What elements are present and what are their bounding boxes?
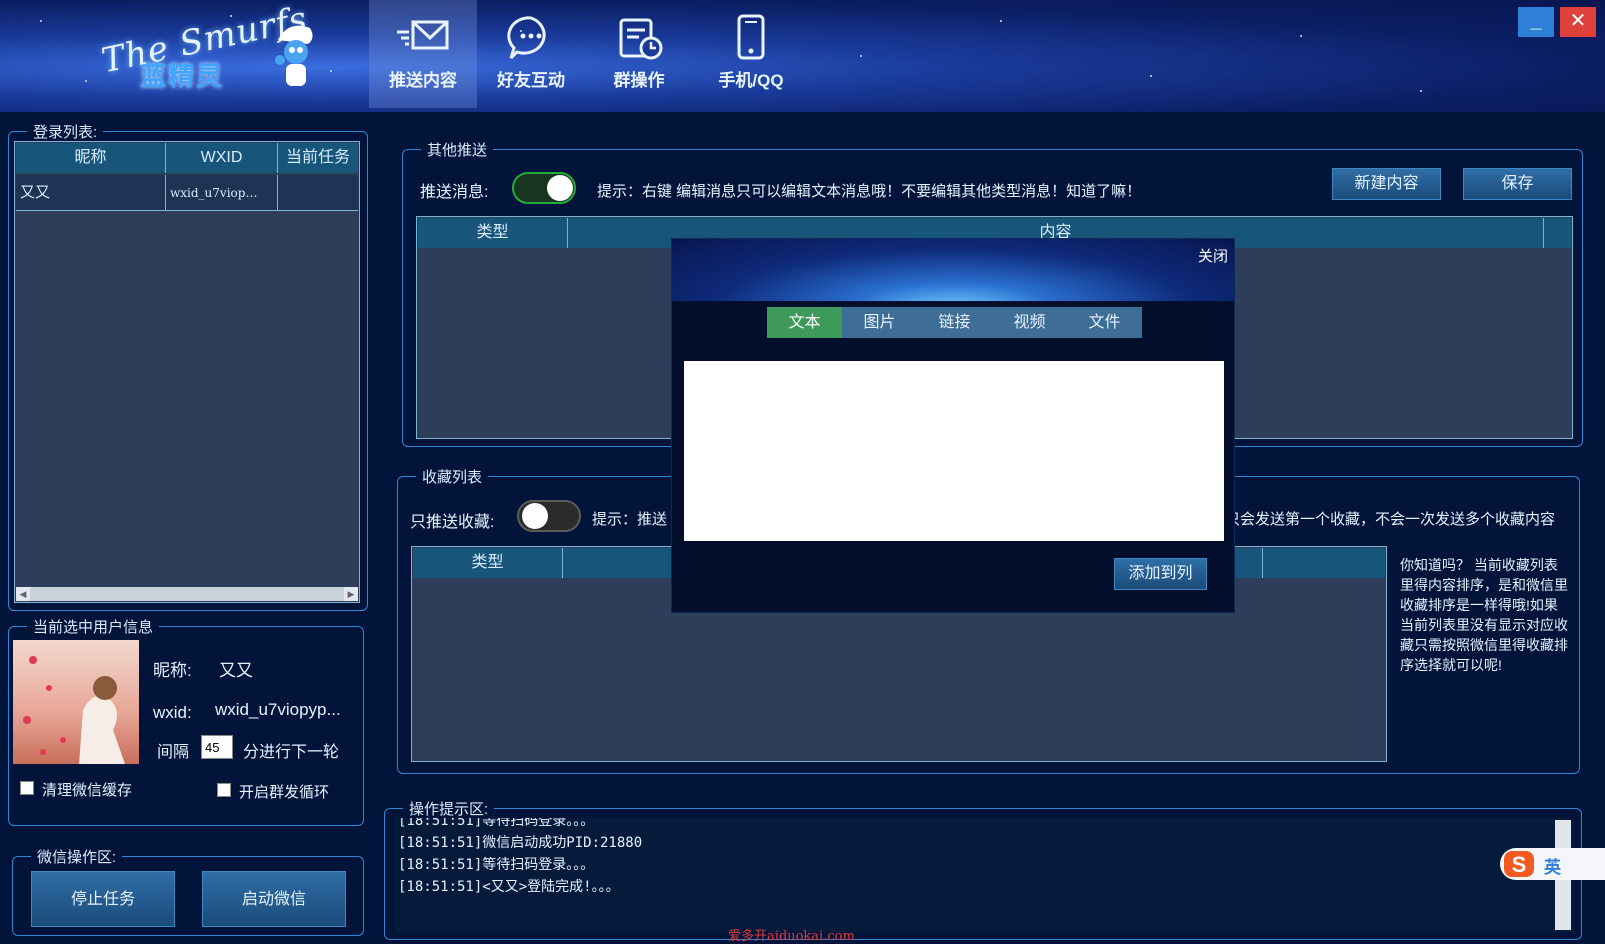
phone-icon bbox=[737, 14, 765, 60]
clear-cache-label: 清理微信缓存 bbox=[42, 782, 133, 799]
interval-label: 间隔 bbox=[157, 744, 190, 761]
favorites-title: 收藏列表 bbox=[416, 466, 489, 487]
tab-group-ops-label: 群操作 bbox=[613, 71, 665, 90]
avatar bbox=[13, 640, 139, 764]
wxid-label: wxid: bbox=[153, 703, 192, 722]
tab-phone-qq[interactable]: 手机/QQ bbox=[697, 0, 805, 108]
log-line: [18:51:51]<又又>登陆完成!。。。 bbox=[398, 879, 620, 895]
scroll-left-icon[interactable]: ◀ bbox=[16, 587, 30, 601]
tab-friend-interaction-label: 好友互动 bbox=[497, 71, 565, 90]
favorites-hint-right: 只会发送第一个收藏，不会一次发送多个收藏内容 bbox=[1225, 511, 1556, 528]
minimize-button[interactable]: _ bbox=[1518, 7, 1554, 37]
row-wxid: wxid_u7viop… bbox=[166, 175, 278, 211]
log-area[interactable]: [18:51:51]等待扫码登录。。。 [18:51:51]微信启动成功PID:… bbox=[395, 818, 1574, 932]
dialog-tab-bar: 文本 图片 链接 视频 文件 bbox=[767, 307, 1142, 338]
dialog-close-button[interactable]: 关闭 bbox=[1198, 245, 1228, 266]
horizontal-scrollbar[interactable]: ◀ ▶ bbox=[16, 587, 358, 601]
ime-language-label: 英 bbox=[1544, 858, 1561, 877]
wechat-ops-title: 微信操作区: bbox=[31, 846, 123, 867]
other-push-title: 其他推送 bbox=[421, 139, 494, 160]
tab-friend-interaction[interactable]: 好友互动 bbox=[477, 0, 585, 108]
login-list-header: 昵称 WXID 当前任务 bbox=[16, 143, 358, 173]
tab-phone-qq-label: 手机/QQ bbox=[718, 71, 784, 90]
table-row[interactable]: 又又 wxid_u7viop… bbox=[16, 175, 358, 211]
log-line: [18:51:51]等待扫码登录。。。 bbox=[398, 818, 595, 829]
row-nickname: 又又 bbox=[20, 175, 166, 211]
log-line: [18:51:51]等待扫码登录。。。 bbox=[398, 857, 595, 873]
tab-push-content-label: 推送内容 bbox=[389, 71, 457, 90]
interval-suffix: 分进行下一轮 bbox=[243, 744, 340, 761]
ime-toolbar[interactable]: S 英 bbox=[1500, 848, 1605, 880]
push-message-toggle[interactable] bbox=[512, 172, 576, 204]
loop-label: 开启群发循环 bbox=[239, 784, 330, 801]
col-current-task[interactable]: 当前任务 bbox=[278, 143, 358, 173]
logo-chinese: 蓝精灵 bbox=[140, 61, 225, 91]
dialog-tab-video[interactable]: 视频 bbox=[992, 307, 1067, 338]
calendar-clock-icon bbox=[619, 18, 663, 60]
login-list-title: 登录列表: bbox=[27, 121, 104, 142]
dialog-tab-link[interactable]: 链接 bbox=[917, 307, 992, 338]
col-wxid[interactable]: WXID bbox=[166, 143, 278, 173]
dialog-tab-file[interactable]: 文件 bbox=[1067, 307, 1142, 338]
wxid-value: wxid_u7viopyp... bbox=[215, 700, 341, 719]
col-fav-type[interactable]: 类型 bbox=[413, 548, 563, 578]
dialog-tab-image[interactable]: 图片 bbox=[842, 307, 917, 338]
scroll-right-icon[interactable]: ▶ bbox=[344, 587, 358, 601]
favorites-only-toggle[interactable] bbox=[517, 500, 581, 532]
chat-bubble-icon bbox=[507, 16, 546, 60]
loop-checkbox[interactable] bbox=[217, 783, 231, 797]
push-toggle-label: 推送消息: bbox=[420, 184, 489, 201]
dialog-text-input[interactable] bbox=[684, 361, 1224, 541]
add-to-list-button[interactable]: 添加到列 bbox=[1114, 558, 1207, 590]
sogou-ime-icon: S bbox=[1504, 851, 1534, 877]
stop-task-button[interactable]: 停止任务 bbox=[31, 871, 175, 927]
add-content-dialog: 关闭 文本 图片 链接 视频 文件 添加到列 bbox=[671, 238, 1235, 613]
nick-label: 昵称: bbox=[153, 661, 192, 680]
clear-cache-checkbox[interactable] bbox=[20, 781, 34, 795]
start-wechat-button[interactable]: 启动微信 bbox=[202, 871, 346, 927]
interval-input[interactable] bbox=[201, 735, 233, 759]
row-task bbox=[278, 175, 358, 211]
save-button[interactable]: 保存 bbox=[1463, 168, 1572, 200]
col-type[interactable]: 类型 bbox=[418, 218, 568, 248]
svg-text:S: S bbox=[1512, 852, 1527, 877]
tab-group-ops[interactable]: 群操作 bbox=[585, 0, 693, 108]
log-line: [18:51:51]微信启动成功PID:21880 bbox=[398, 835, 643, 851]
log-title: 操作提示区: bbox=[403, 798, 495, 819]
envelope-icon bbox=[397, 20, 449, 50]
close-window-button[interactable]: ✕ bbox=[1560, 7, 1596, 37]
dialog-tab-text[interactable]: 文本 bbox=[767, 307, 842, 338]
favorites-toggle-label: 只推送收藏: bbox=[410, 514, 495, 531]
nick-value: 又又 bbox=[219, 661, 253, 680]
tab-push-content[interactable]: 推送内容 bbox=[369, 0, 477, 108]
watermark: 爱多开aiduokai.com bbox=[728, 929, 855, 944]
smurf-mascot-icon bbox=[275, 25, 313, 86]
user-info-title: 当前选中用户信息 bbox=[27, 616, 160, 637]
new-content-button[interactable]: 新建内容 bbox=[1332, 168, 1441, 200]
favorites-tip: 你知道吗？ 当前收藏列表里得内容排序，是和微信里收藏排序是一样得哦!如果当前列表… bbox=[1400, 557, 1568, 673]
dialog-banner bbox=[672, 239, 1234, 301]
push-hint: 提示：右键 编辑消息只可以编辑文本消息哦！不要编辑其他类型消息！知道了嘛！ bbox=[597, 183, 1142, 200]
col-nickname[interactable]: 昵称 bbox=[16, 143, 166, 173]
favorites-hint-left: 提示：推送 bbox=[592, 511, 668, 528]
